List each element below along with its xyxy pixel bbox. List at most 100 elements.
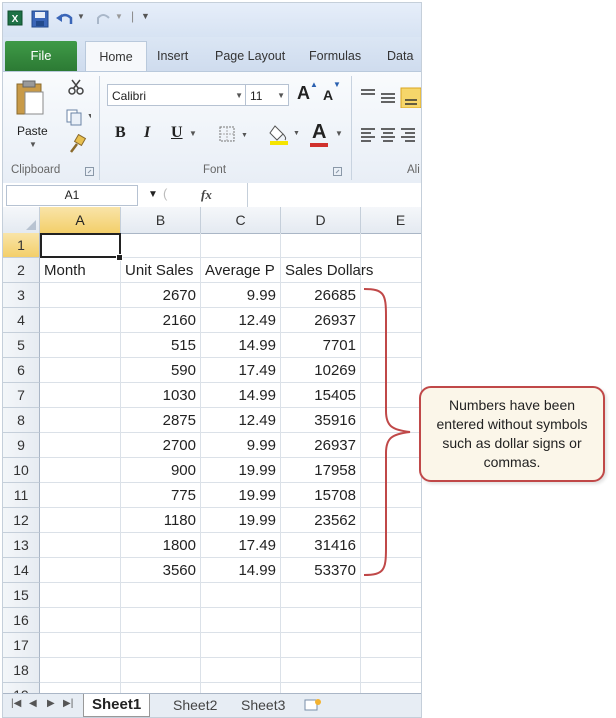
cell-a14[interactable] [40,558,121,583]
sheet-tab-sheet2[interactable]: Sheet2 [165,694,225,716]
cell-d4[interactable]: 26937 [281,308,361,333]
column-header-d[interactable]: D [281,207,361,233]
save-icon[interactable] [31,10,49,28]
cell-c15[interactable] [201,583,281,608]
font-size-combo[interactable]: 11 ▼ [245,84,289,106]
cell-c8[interactable]: 12.49 [201,408,281,433]
cell-e16[interactable] [361,608,421,633]
italic-button[interactable]: I [144,124,150,142]
cell-d13[interactable]: 31416 [281,533,361,558]
row-header[interactable]: 14 [3,558,40,583]
cell-c14[interactable]: 14.99 [201,558,281,583]
sheet-tab-sheet1[interactable]: Sheet1 [83,694,151,717]
cell-d15[interactable] [281,583,361,608]
tab-home[interactable]: Home [85,41,147,72]
cell-a15[interactable] [40,583,121,608]
font-launcher-icon[interactable] [333,167,342,176]
worksheet-grid[interactable]: A B C D E 1 2 Month Unit Sales Average P Sale… [3,207,421,708]
cell-b16[interactable] [121,608,201,633]
cell-c5[interactable]: 14.99 [201,333,281,358]
horizontal-align-icons[interactable] [359,126,421,146]
customize-qat-icon[interactable]: ▼ [141,11,150,21]
paste-dropdown-icon[interactable]: ▼ [29,140,37,149]
cell-d17[interactable] [281,633,361,658]
tab-page-layout[interactable]: Page Layout [215,41,285,71]
cell-d2[interactable]: Sales Dollars [281,258,373,283]
cell-a11[interactable] [40,483,121,508]
row-header[interactable]: 9 [3,433,40,458]
font-name-combo[interactable]: Calibri ▼ [107,84,247,106]
paste-label[interactable]: Paste [17,124,48,138]
undo-icon[interactable] [55,10,75,28]
first-sheet-icon[interactable]: |◀ [11,698,21,709]
row-header[interactable]: 13 [3,533,40,558]
row-header[interactable]: 17 [3,633,40,658]
redo-dropdown-icon[interactable]: ▼ [115,12,123,21]
row-header[interactable]: 4 [3,308,40,333]
cell-c10[interactable]: 19.99 [201,458,281,483]
tab-formulas[interactable]: Formulas [309,41,361,71]
cell-a12[interactable] [40,508,121,533]
row-header[interactable]: 6 [3,358,40,383]
cell-b15[interactable] [121,583,201,608]
cell-d18[interactable] [281,658,361,683]
cell-b5[interactable]: 515 [121,333,201,358]
cell-b6[interactable]: 590 [121,358,201,383]
row-header[interactable]: 16 [3,608,40,633]
name-box[interactable]: A1 [6,185,138,206]
cell-b10[interactable]: 900 [121,458,201,483]
cell-b13[interactable]: 1800 [121,533,201,558]
cell-b14[interactable]: 3560 [121,558,201,583]
cell-a18[interactable] [40,658,121,683]
cell-e1[interactable] [361,233,421,258]
copy-icon[interactable]: ▼ [65,108,91,126]
cell-d16[interactable] [281,608,361,633]
clipboard-launcher-icon[interactable] [85,167,94,176]
cell-a2[interactable]: Month [40,258,121,283]
cell-c2[interactable]: Average P [201,258,281,283]
cell-d5[interactable]: 7701 [281,333,361,358]
font-color-dropdown-icon[interactable]: ▼ [335,129,343,138]
row-header[interactable]: 8 [3,408,40,433]
cell-b7[interactable]: 1030 [121,383,201,408]
cell-b8[interactable]: 2875 [121,408,201,433]
cell-c9[interactable]: 9.99 [201,433,281,458]
cell-b4[interactable]: 2160 [121,308,201,333]
insert-sheet-icon[interactable] [303,697,325,713]
row-header[interactable]: 18 [3,658,40,683]
last-sheet-icon[interactable]: ▶| [63,698,73,709]
cell-b12[interactable]: 1180 [121,508,201,533]
cut-icon[interactable] [67,78,85,96]
format-painter-icon[interactable] [67,134,87,154]
font-color-button[interactable]: A [312,121,326,144]
cell-a5[interactable] [40,333,121,358]
row-header[interactable]: 7 [3,383,40,408]
cell-b1[interactable] [121,233,201,258]
shrink-font-button[interactable]: A [323,87,333,103]
cell-d12[interactable]: 23562 [281,508,361,533]
cell-c6[interactable]: 17.49 [201,358,281,383]
cell-a13[interactable] [40,533,121,558]
prev-sheet-icon[interactable]: ◀ [29,698,37,709]
fill-color-icon[interactable]: ▼ [269,122,303,146]
cell-b18[interactable] [121,658,201,683]
fill-handle[interactable] [116,254,123,261]
cell-d1[interactable] [281,233,361,258]
cell-c1[interactable] [201,233,281,258]
row-header[interactable]: 2 [3,258,40,283]
sheet-tab-sheet3[interactable]: Sheet3 [233,694,293,716]
bold-button[interactable]: B [115,124,126,142]
undo-dropdown-icon[interactable]: ▼ [77,12,85,21]
row-header[interactable]: 3 [3,283,40,308]
borders-icon[interactable]: ▼ [219,126,253,144]
column-header-e[interactable]: E [361,207,421,233]
cell-e2[interactable] [361,258,421,283]
column-header-c[interactable]: C [201,207,281,233]
cell-c13[interactable]: 17.49 [201,533,281,558]
underline-dropdown-icon[interactable]: ▼ [189,129,197,138]
cell-a3[interactable] [40,283,121,308]
cell-d10[interactable]: 17958 [281,458,361,483]
cell-d9[interactable]: 26937 [281,433,361,458]
cell-c7[interactable]: 14.99 [201,383,281,408]
cell-a16[interactable] [40,608,121,633]
